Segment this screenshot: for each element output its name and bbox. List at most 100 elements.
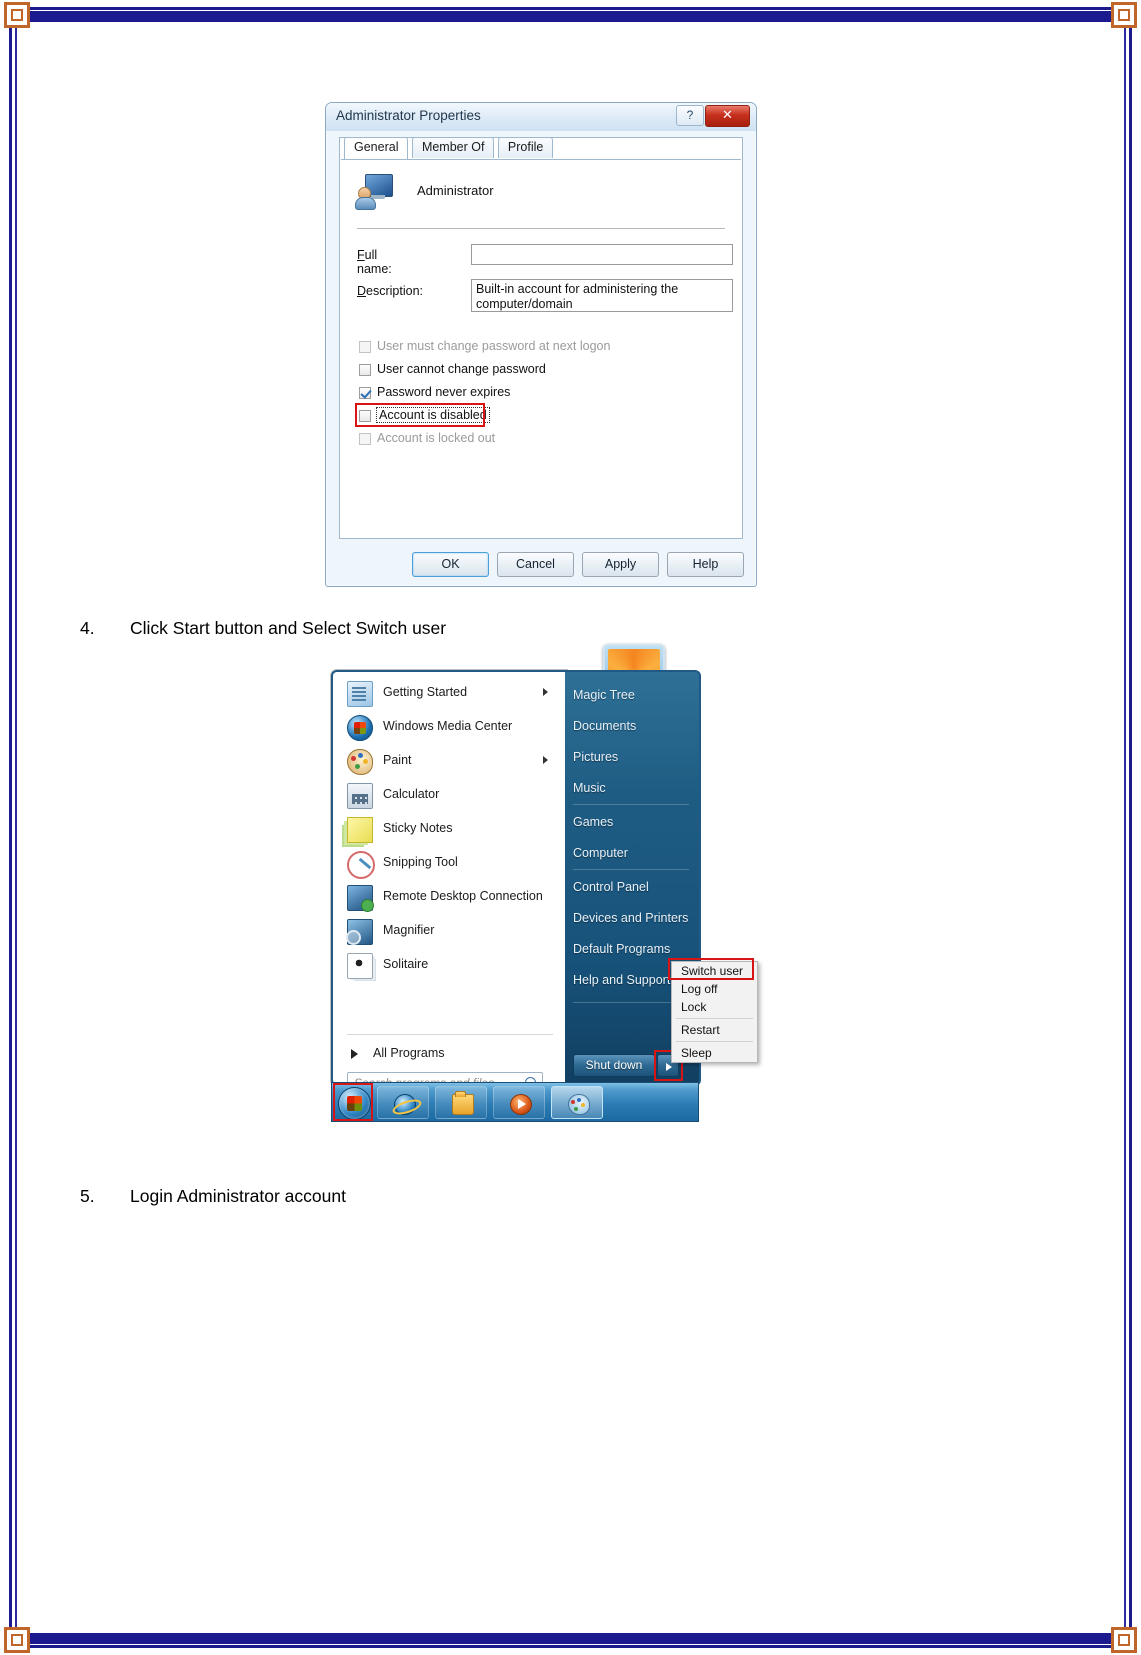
start-item-getting-started[interactable]: Getting Started	[341, 676, 556, 709]
full-name-input[interactable]	[471, 244, 733, 265]
help-button[interactable]: Help	[667, 552, 744, 577]
start-link-control-panel[interactable]: Control Panel	[573, 880, 693, 894]
all-programs-button[interactable]: All Programs	[341, 1042, 556, 1066]
checkbox-box[interactable]	[359, 387, 371, 399]
start-link-default-programs[interactable]: Default Programs	[573, 942, 693, 956]
calculator-icon	[347, 783, 373, 809]
description-input[interactable]: Built-in account for administering the c…	[471, 279, 733, 312]
checkbox-label: User cannot change password	[377, 362, 546, 376]
menu-item-lock[interactable]: Lock	[672, 998, 757, 1016]
triangle-right-icon	[351, 1049, 358, 1059]
start-item-remote-desktop-connection[interactable]: Remote Desktop Connection	[341, 880, 556, 913]
corner-ornament-top-left	[4, 2, 30, 28]
step-5-text: Login Administrator account	[130, 1185, 346, 1206]
windows-explorer-icon	[452, 1091, 474, 1115]
solitaire-icon	[347, 953, 373, 979]
taskbar-button-internet-explorer[interactable]	[377, 1086, 429, 1119]
checkbox-box[interactable]	[359, 364, 371, 376]
full-name-label: Full name:	[357, 248, 392, 276]
step-4-text: Click Start button and Select Switch use…	[130, 617, 447, 638]
cancel-button[interactable]: Cancel	[497, 552, 574, 577]
step-5: 5. Login Administrator account	[80, 1186, 346, 1207]
start-link-games[interactable]: Games	[573, 815, 693, 829]
start-item-label: Remote Desktop Connection	[383, 889, 543, 903]
start-item-label: Windows Media Center	[383, 719, 513, 733]
taskbar-button-windows-explorer[interactable]	[435, 1086, 487, 1119]
chevron-right-icon	[543, 688, 548, 696]
start-item-windows-media-center[interactable]: Windows Media Center	[341, 710, 556, 743]
tab-member-of[interactable]: Member Of	[411, 137, 495, 158]
start-item-sticky-notes[interactable]: Sticky Notes	[341, 812, 556, 845]
page-border-band-bottom	[9, 1633, 1132, 1644]
media-player-icon	[510, 1094, 532, 1115]
highlight-start-orb	[333, 1083, 373, 1121]
start-link-computer[interactable]: Computer	[573, 846, 693, 860]
taskbar-button-media-player[interactable]	[493, 1086, 545, 1119]
snipping-tool-icon	[347, 851, 375, 879]
start-item-label: Calculator	[383, 787, 440, 801]
paint-icon	[568, 1094, 590, 1115]
start-item-solitaire[interactable]: Solitaire	[341, 948, 556, 981]
taskbar-button-paint[interactable]	[551, 1086, 603, 1119]
taskbar	[331, 1082, 699, 1122]
start-link-music[interactable]: Music	[573, 781, 693, 795]
corner-ornament-bottom-left	[4, 1627, 30, 1653]
start-link-devices-and-printers[interactable]: Devices and Printers	[573, 911, 693, 925]
header-divider	[357, 228, 725, 229]
tab-profile[interactable]: Profile	[497, 137, 554, 158]
menu-item-log-off[interactable]: Log off	[672, 980, 757, 998]
programs-divider	[347, 1034, 553, 1035]
dialog-title-bar: Administrator Properties ? ✕	[326, 103, 756, 131]
checkbox-label: Password never expires	[377, 385, 511, 399]
corner-ornament-bottom-right	[1111, 1627, 1137, 1653]
close-icon[interactable]: ✕	[705, 105, 750, 127]
step-5-number: 5.	[80, 1185, 95, 1206]
dialog-tabs: General Member Of Profile	[344, 137, 554, 159]
apply-button[interactable]: Apply	[582, 552, 659, 577]
start-item-label: Sticky Notes	[383, 821, 453, 835]
all-programs-label: All Programs	[373, 1046, 445, 1060]
highlight-switch-user	[668, 958, 754, 980]
internet-explorer-icon	[394, 1094, 416, 1115]
shut-down-button[interactable]: Shut down	[573, 1054, 655, 1077]
dialog-title: Administrator Properties	[336, 108, 481, 123]
start-item-label: Magnifier	[383, 923, 435, 937]
help-icon[interactable]: ?	[676, 105, 704, 126]
account-header: Administrator	[355, 174, 725, 220]
dialog-content-pane: General Member Of Profile Administrator …	[339, 137, 743, 539]
links-divider-1	[573, 804, 689, 805]
ok-button[interactable]: OK	[412, 552, 489, 577]
menu-divider	[676, 1041, 753, 1042]
magnifier-icon	[346, 919, 373, 945]
document-page: Administrator Properties ? ✕ General Mem…	[28, 30, 1113, 1625]
start-item-label: Snipping Tool	[383, 855, 458, 869]
chevron-right-icon	[543, 756, 548, 764]
links-divider-2	[573, 869, 689, 870]
account-name: Administrator	[417, 183, 494, 198]
menu-divider	[676, 1018, 753, 1019]
step-4-number: 4.	[80, 617, 95, 638]
description-label: Description:	[357, 284, 424, 298]
start-link-pictures[interactable]: Pictures	[573, 750, 693, 764]
sticky-notes-icon	[347, 817, 373, 843]
checkbox-box[interactable]	[359, 341, 371, 353]
corner-ornament-top-right	[1111, 2, 1137, 28]
checkbox-box[interactable]	[359, 433, 371, 445]
start-menu-programs-pane: Getting Started Windows Media Center Pai…	[331, 670, 567, 1094]
checkbox-label: User must change password at next logon	[377, 339, 611, 353]
start-link-magic-tree[interactable]: Magic Tree	[573, 688, 693, 702]
page-border-band-top	[9, 11, 1132, 22]
start-item-calculator[interactable]: Calculator	[341, 778, 556, 811]
paint-icon	[347, 749, 373, 775]
tab-general[interactable]: General	[344, 137, 409, 159]
getting-started-icon	[347, 681, 373, 707]
start-item-paint[interactable]: Paint	[341, 744, 556, 777]
checkbox-label: Account is locked out	[377, 431, 496, 445]
start-menu-screenshot: Getting Started Windows Media Center Pai…	[331, 644, 758, 1122]
start-item-magnifier[interactable]: Magnifier	[341, 914, 556, 947]
start-link-documents[interactable]: Documents	[573, 719, 693, 733]
menu-item-restart[interactable]: Restart	[672, 1021, 757, 1039]
menu-item-sleep[interactable]: Sleep	[672, 1044, 757, 1062]
start-item-snipping-tool[interactable]: Snipping Tool	[341, 846, 556, 879]
start-item-label: Solitaire	[383, 957, 429, 971]
